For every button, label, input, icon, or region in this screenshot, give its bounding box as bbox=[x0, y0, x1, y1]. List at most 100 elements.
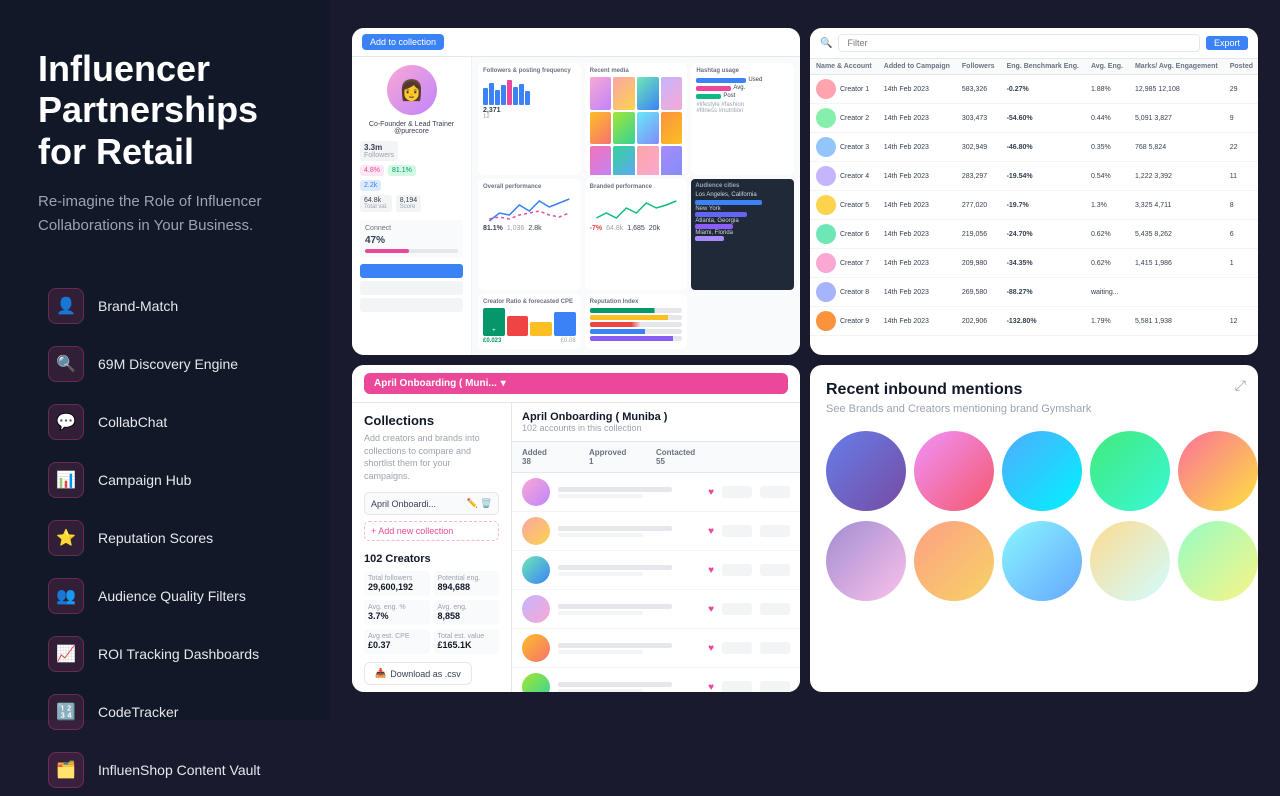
table-row[interactable]: Creator 7 14th Feb 2023 209,980 -34.35% … bbox=[810, 249, 1258, 278]
add-new-collection-button[interactable]: + Add new collection bbox=[364, 521, 499, 541]
table-row[interactable]: Creator 6 14th Feb 2023 219,056 -24.70% … bbox=[810, 220, 1258, 249]
cell-posted: 1 bbox=[1224, 249, 1258, 278]
collection-item[interactable]: April Onboardi... ✏️ 🗑️ bbox=[364, 492, 499, 515]
hero-subtitle: Re-imagine the Role of Influencer Collab… bbox=[38, 190, 300, 238]
heart-icon[interactable]: ♥ bbox=[708, 643, 714, 654]
edit-collection-icon[interactable]: ✏️ bbox=[467, 498, 478, 509]
followers-chart: Followers & posting frequency 2,371 bbox=[478, 63, 581, 175]
cell-followers: 583,326 bbox=[956, 75, 1001, 104]
heart-icon[interactable]: ♥ bbox=[708, 604, 714, 615]
stat-total: 64.8k Total val. bbox=[360, 195, 392, 212]
cell-benchmark: -34.35% bbox=[1001, 249, 1085, 278]
creator-row[interactable]: ♥ bbox=[512, 512, 800, 551]
cell-avg-eng: 1.3% bbox=[1085, 191, 1129, 220]
delete-collection-icon[interactable]: 🗑️ bbox=[481, 498, 492, 509]
cell-avg-eng: 0.62% bbox=[1085, 220, 1129, 249]
collections-header: April Onboarding ( Muni... ▾ bbox=[352, 365, 800, 403]
add-to-collection-button[interactable]: Add to collection bbox=[362, 34, 444, 50]
cell-date: 14th Feb 2023 bbox=[878, 307, 956, 336]
cell-name: Creator 9 bbox=[810, 307, 878, 336]
table-row[interactable]: Creator 8 14th Feb 2023 269,580 -88.27% … bbox=[810, 278, 1258, 307]
table-row[interactable]: Creator 4 14th Feb 2023 283,297 -19.54% … bbox=[810, 162, 1258, 191]
mentions-grid-bottom bbox=[826, 521, 1242, 601]
mention-avatar-item[interactable] bbox=[1002, 431, 1082, 511]
cell-followers: 209,980 bbox=[956, 249, 1001, 278]
cell-posted: 6 bbox=[1224, 220, 1258, 249]
expand-icon[interactable]: ⤢ bbox=[1235, 377, 1246, 394]
download-csv-button[interactable]: 📥 Download as .csv bbox=[364, 662, 472, 685]
cell-market: 12,985 12,108 bbox=[1129, 75, 1224, 104]
table-row[interactable]: Creator 9 14th Feb 2023 202,906 -132.80%… bbox=[810, 307, 1258, 336]
collection-subtitle: April Onboarding ( Muniba ) bbox=[522, 411, 790, 423]
sidebar-item-brand-match[interactable]: 👤 Brand-Match bbox=[38, 280, 300, 332]
table-row[interactable]: Creator 2 14th Feb 2023 303,473 -54.60% … bbox=[810, 104, 1258, 133]
audience-cities-chart: Audience cities Los Angeles, California … bbox=[691, 179, 794, 291]
stat-score: 8,194 Score bbox=[396, 195, 422, 212]
collections-table-header: Added 38 Approved 1 Contacted 55 bbox=[512, 442, 800, 473]
cell-avg-eng: 1.79% bbox=[1085, 307, 1129, 336]
creator-row[interactable]: ♥ bbox=[512, 473, 800, 512]
cell-avg-eng: 0.62% bbox=[1085, 249, 1129, 278]
stat-er2: 81.1% bbox=[388, 165, 416, 176]
connect-section: Connect 47% bbox=[360, 220, 463, 258]
sidebar-item-content-vault[interactable]: 🗂️ InfluenShop Content Vault bbox=[38, 744, 300, 796]
cell-benchmark: -0.27% bbox=[1001, 75, 1085, 104]
mention-avatar-item[interactable] bbox=[1002, 521, 1082, 601]
collections-dropdown[interactable]: April Onboarding ( Muni... ▾ bbox=[364, 373, 788, 394]
cell-posted: 11 bbox=[1224, 162, 1258, 191]
creators-stats: 102 Creators Total followers 29,600,192 … bbox=[364, 553, 499, 654]
creator-ratio-chart: Creator Ratio & forecasted CPE + £0.023 … bbox=[478, 294, 581, 349]
sidebar-item-collab-chat[interactable]: 💬 CollabChat bbox=[38, 396, 300, 448]
sidebar-item-roi-tracking[interactable]: 📈 ROI Tracking Dashboards bbox=[38, 628, 300, 680]
creator-row[interactable]: ♥ bbox=[512, 551, 800, 590]
creator-row[interactable]: ♥ bbox=[512, 668, 800, 692]
cell-avg-eng: 0.44% bbox=[1085, 104, 1129, 133]
brand-match-label: Brand-Match bbox=[98, 298, 178, 314]
avg-er-stat: Avg. eng. % 3.7% bbox=[364, 600, 430, 625]
table-row[interactable]: Creator 1 14th Feb 2023 583,326 -0.27% 1… bbox=[810, 75, 1258, 104]
mention-avatar-item[interactable] bbox=[1090, 521, 1170, 601]
mentions-title: Recent inbound mentions bbox=[826, 381, 1242, 399]
mentions-subtitle: See Brands and Creators mentioning brand… bbox=[826, 403, 1242, 415]
cell-benchmark: -24.70% bbox=[1001, 220, 1085, 249]
mention-avatar-item[interactable] bbox=[1178, 521, 1258, 601]
heart-icon[interactable]: ♥ bbox=[708, 487, 714, 498]
heart-icon[interactable]: ♥ bbox=[708, 565, 714, 576]
mention-avatar-item[interactable] bbox=[826, 431, 906, 511]
action-buttons bbox=[360, 264, 463, 312]
cell-name: Creator 6 bbox=[810, 220, 878, 249]
creator-row[interactable]: ♥ bbox=[512, 629, 800, 668]
sidebar-item-code-tracker[interactable]: 🔢 CodeTracker bbox=[38, 686, 300, 738]
heart-icon[interactable]: ♥ bbox=[708, 682, 714, 693]
cell-benchmark: -19.54% bbox=[1001, 162, 1085, 191]
avg-cpe-stat: Avg est. CPE £0.37 bbox=[364, 629, 430, 654]
hero-title: Influencer Partnerships for Retail bbox=[38, 48, 300, 172]
table-search-input[interactable] bbox=[838, 34, 1200, 52]
table-row[interactable]: Creator 5 14th Feb 2023 277,020 -19.7% 1… bbox=[810, 191, 1258, 220]
sidebar-item-reputation-scores[interactable]: ⭐ Reputation Scores bbox=[38, 512, 300, 564]
right-panel: Add to collection 👩 Co-Founder & Lead Tr… bbox=[330, 0, 1280, 720]
export-button[interactable]: Export bbox=[1206, 36, 1248, 50]
sidebar-item-campaign-hub[interactable]: 📊 Campaign Hub bbox=[38, 454, 300, 506]
overall-perf-chart: Overall performance 81.1% 1,036 2.8k bbox=[478, 179, 581, 291]
mention-avatar-item[interactable] bbox=[826, 521, 906, 601]
collab-chat-icon: 💬 bbox=[48, 404, 84, 440]
creator-row[interactable]: ♥ bbox=[512, 590, 800, 629]
campaign-hub-icon: 📊 bbox=[48, 462, 84, 498]
mention-avatar-item[interactable] bbox=[914, 521, 994, 601]
sidebar-item-audience-quality[interactable]: 👥 Audience Quality Filters bbox=[38, 570, 300, 622]
mention-avatar-item[interactable] bbox=[1090, 431, 1170, 511]
cell-name: Creator 3 bbox=[810, 133, 878, 162]
mention-avatar-item[interactable] bbox=[914, 431, 994, 511]
avatar: 👩 bbox=[387, 65, 437, 115]
campaign-hub-label: Campaign Hub bbox=[98, 472, 191, 488]
table-row[interactable]: Creator 3 14th Feb 2023 302,949 -46.80% … bbox=[810, 133, 1258, 162]
cell-market: 5,091 3,827 bbox=[1129, 104, 1224, 133]
mention-avatar-item[interactable] bbox=[1178, 431, 1258, 511]
heart-icon[interactable]: ♥ bbox=[708, 526, 714, 537]
cell-name: Creator 8 bbox=[810, 278, 878, 307]
sidebar-item-discovery-engine[interactable]: 🔍 69M Discovery Engine bbox=[38, 338, 300, 390]
card-profile-analytics: Add to collection 👩 Co-Founder & Lead Tr… bbox=[352, 28, 800, 355]
reputation-scores-icon: ⭐ bbox=[48, 520, 84, 556]
cell-market: 3,325 4,711 bbox=[1129, 191, 1224, 220]
